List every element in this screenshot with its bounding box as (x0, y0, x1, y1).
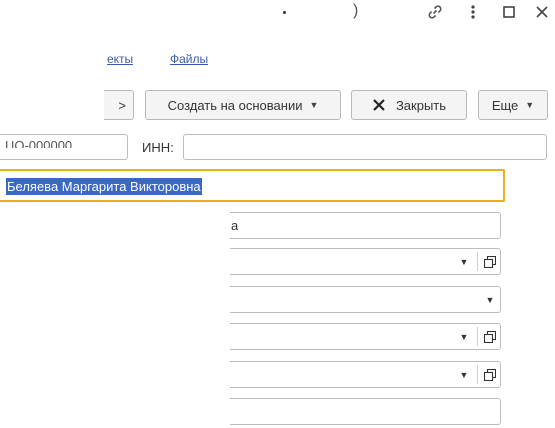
field-5-divider (477, 327, 478, 346)
create-based-on-button[interactable]: Создать на основании ▼ (145, 90, 341, 120)
field-3-open-icon[interactable] (479, 249, 501, 275)
close-x-icon (373, 99, 385, 111)
field-6-divider (477, 365, 478, 384)
more-chevron-icon: ▼ (525, 100, 535, 110)
create-based-on-label: Создать на основании (167, 97, 303, 113)
title-dot (283, 11, 286, 14)
close-button[interactable]: Закрыть (351, 90, 467, 120)
toolbar-left-button[interactable]: > (104, 90, 134, 120)
inn-field[interactable] (183, 134, 547, 160)
full-name-value: Беляева Маргарита Викторовна (6, 178, 202, 195)
code-field[interactable]: ЦО-000000 (0, 134, 128, 160)
field-5-open-icon[interactable] (479, 324, 501, 350)
inn-label: ИНН: (142, 140, 174, 155)
more-button-label: Еще (491, 97, 519, 113)
field-4-dropdown-icon[interactable]: ▼ (479, 287, 501, 313)
close-icon[interactable] (532, 2, 552, 22)
tab-objects[interactable]: екты (107, 53, 134, 65)
more-icon[interactable] (463, 2, 483, 22)
link-icon[interactable] (425, 2, 445, 22)
code-value: ЦО-000000 (5, 138, 73, 148)
field-3-divider (477, 252, 478, 271)
more-button[interactable]: Еще ▼ (478, 90, 548, 120)
occluded-region (0, 207, 230, 428)
window-title-fragment: ) (353, 2, 359, 19)
field-6-dropdown-icon[interactable]: ▼ (453, 362, 475, 388)
field-3-dropdown-icon[interactable]: ▼ (453, 249, 475, 275)
full-name-field[interactable]: Беляева Маргарита Викторовна (0, 169, 505, 202)
toolbar-left-button-label: > (118, 97, 126, 113)
tab-files[interactable]: Файлы (170, 53, 209, 65)
chevron-down-icon: ▼ (309, 100, 319, 110)
close-button-label: Закрыть (395, 97, 447, 113)
short-name-fragment: а (231, 218, 239, 233)
field-6-open-icon[interactable] (479, 362, 501, 388)
field-5-dropdown-icon[interactable]: ▼ (453, 324, 475, 350)
maximize-icon[interactable] (499, 2, 519, 22)
